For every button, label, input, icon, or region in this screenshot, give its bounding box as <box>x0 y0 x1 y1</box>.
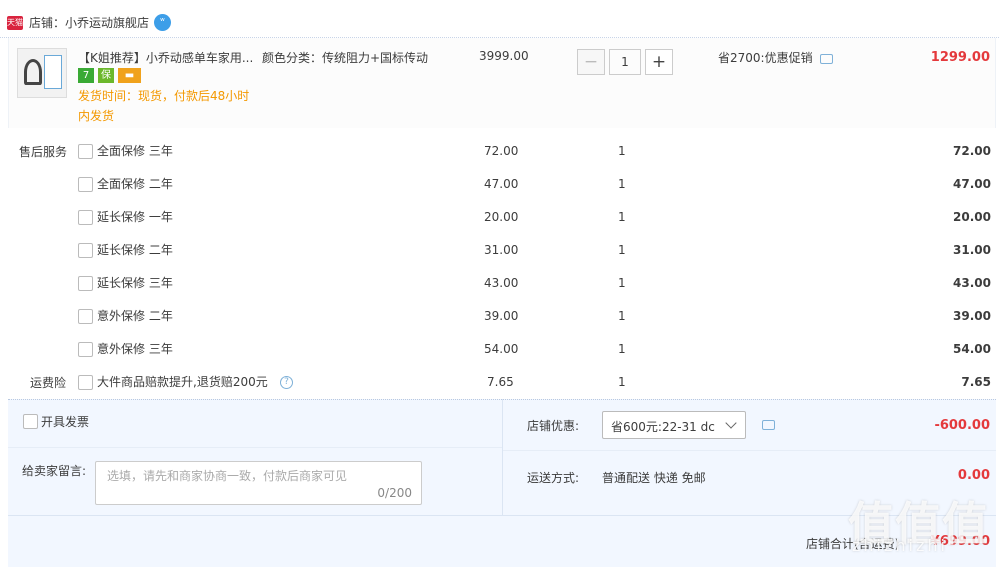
service-row: 延长保修 三年 43.00 1 43.00 <box>0 274 999 294</box>
invoice-checkbox[interactable] <box>23 414 38 429</box>
service-qty: 1 <box>618 276 626 290</box>
divider <box>8 447 502 448</box>
service-price: 72.00 <box>484 144 519 158</box>
service-row: 延长保修 一年 20.00 1 20.00 <box>0 208 999 228</box>
qty-plus-button[interactable]: + <box>645 49 673 75</box>
seller-message-label: 给卖家留言: <box>22 464 87 478</box>
service-name: 意外保修 二年 <box>97 309 173 323</box>
service-row: 延长保修 二年 31.00 1 31.00 <box>0 241 999 261</box>
service-checkbox[interactable] <box>78 210 93 225</box>
qty-input[interactable]: 1 <box>609 49 641 75</box>
service-name: 全面保修 三年 <box>97 144 173 158</box>
product-sku: 颜色分类：传统阻力+国标传动 <box>262 51 429 65</box>
divider <box>503 450 996 451</box>
service-row: 全面保修 三年 72.00 1 72.00 <box>0 142 999 162</box>
shipping-insurance-name: 大件商品赔款提升,退货赔200元 <box>97 375 268 389</box>
service-sum: 39.00 <box>953 309 991 323</box>
coupon-comment-icon[interactable] <box>762 420 775 430</box>
service-price: 47.00 <box>484 177 519 191</box>
shop-name-link[interactable]: 店铺：小乔运动旗舰店 <box>29 14 149 31</box>
service-price: 43.00 <box>484 276 519 290</box>
service-price: 54.00 <box>484 342 519 356</box>
delivery-method: 普通配送 快递 免邮 <box>602 471 706 485</box>
service-row: 全面保修 二年 47.00 1 47.00 <box>0 175 999 195</box>
quantity-stepper: − 1 + <box>577 49 673 75</box>
service-qty: 1 <box>618 243 626 257</box>
service-sum: 54.00 <box>953 342 991 356</box>
bike-screen-image <box>44 55 62 89</box>
shop-coupon-selected: 省600元:22-31 dc <box>611 420 715 434</box>
watermark-text: zhizhizhi <box>852 536 948 555</box>
service-checkbox[interactable] <box>78 144 93 159</box>
shipping-insurance-row: 大件商品赔款提升,退货赔200元 7.65 1 7.65 <box>0 373 999 393</box>
service-name: 延长保修 三年 <box>97 276 173 290</box>
service-row: 意外保修 二年 39.00 1 39.00 <box>0 307 999 327</box>
shipping-insurance-checkbox[interactable] <box>78 375 93 390</box>
shipping-insurance-price: 7.65 <box>487 375 514 389</box>
service-name: 意外保修 三年 <box>97 342 173 356</box>
char-counter: 0/200 <box>377 486 412 500</box>
delivery-label: 运送方式: <box>527 471 580 485</box>
seller-message-placeholder: 选填，请先和商家协商一致，付款后商家可见 <box>107 469 348 483</box>
shop-coupon-label: 店铺优惠: <box>527 419 580 433</box>
service-checkbox[interactable] <box>78 276 93 291</box>
delivery-fee: 0.00 <box>957 468 990 483</box>
tmall-badge: 天猫 <box>7 16 23 30</box>
shop-coupon-select[interactable]: 省600元:22-31 dc <box>602 411 746 439</box>
service-price: 20.00 <box>484 210 519 224</box>
coupon-amount: -600.00 <box>934 418 990 433</box>
item-subtotal: 1299.00 <box>930 50 990 65</box>
service-checkbox[interactable] <box>78 243 93 258</box>
shipping-insurance-sum: 7.65 <box>961 375 991 389</box>
shipping-time: 发货时间：现货，付款后48小时内发货 <box>78 89 250 123</box>
product-thumbnail[interactable] <box>17 48 67 98</box>
service-row: 意外保修 三年 54.00 1 54.00 <box>0 340 999 360</box>
service-name: 全面保修 二年 <box>97 177 173 191</box>
service-sum: 43.00 <box>953 276 991 290</box>
service-sum: 20.00 <box>953 210 991 224</box>
seven-day-return-icon: 7 <box>78 68 94 83</box>
product-title-link[interactable]: 【K姐推荐】小乔动感单车家用... <box>78 49 258 66</box>
bike-image <box>24 59 42 85</box>
service-qty: 1 <box>618 144 626 158</box>
service-name: 延长保修 二年 <box>97 243 173 257</box>
seller-message-textarea[interactable]: 选填，请先和商家协商一致，付款后商家可见 0/200 <box>95 461 422 505</box>
service-qty: 1 <box>618 342 626 356</box>
service-price: 31.00 <box>484 243 519 257</box>
service-checkbox[interactable] <box>78 342 93 357</box>
service-sum: 47.00 <box>953 177 991 191</box>
shop-header <box>0 0 999 38</box>
chat-icon[interactable]: ʷ <box>154 14 171 31</box>
unit-price: 3999.00 <box>479 49 529 63</box>
service-sum: 72.00 <box>953 144 991 158</box>
chevron-down-icon <box>725 417 737 429</box>
shipping-insurance-qty: 1 <box>618 375 626 389</box>
help-icon[interactable]: ? <box>280 376 293 389</box>
promo-comment-icon[interactable] <box>820 54 833 64</box>
promo-text: 省2700:优惠促销 <box>718 51 813 65</box>
service-name: 延长保修 一年 <box>97 210 173 224</box>
service-checkbox[interactable] <box>78 177 93 192</box>
service-checkbox[interactable] <box>78 309 93 324</box>
card-payment-icon: ▬ <box>118 68 141 83</box>
service-qty: 1 <box>618 177 626 191</box>
invoice-label[interactable]: 开具发票 <box>41 413 89 430</box>
service-sum: 31.00 <box>953 243 991 257</box>
divider <box>502 399 503 515</box>
qty-minus-button[interactable]: − <box>577 49 605 75</box>
guarantee-icon: 保 <box>98 68 114 83</box>
service-price: 39.00 <box>484 309 519 323</box>
service-qty: 1 <box>618 309 626 323</box>
service-qty: 1 <box>618 210 626 224</box>
